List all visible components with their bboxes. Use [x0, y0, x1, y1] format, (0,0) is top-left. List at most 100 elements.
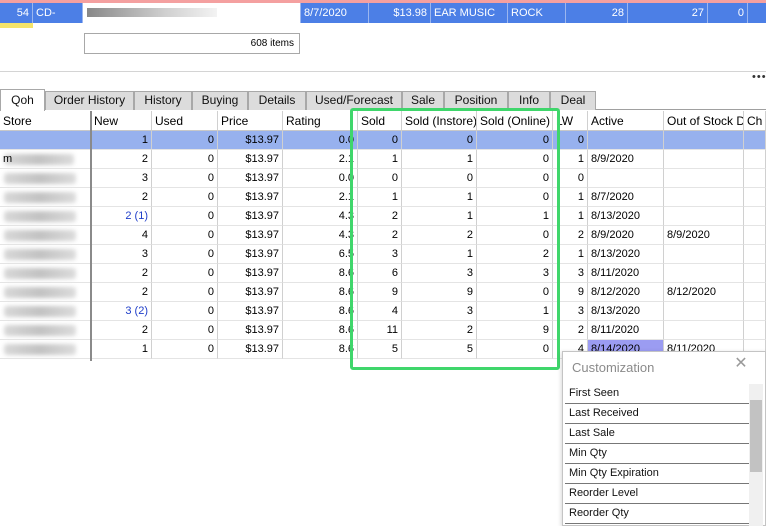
cell-active: 8/13/2020 [588, 302, 664, 321]
cell-ch [744, 188, 766, 207]
cell-new: 1 [91, 131, 152, 150]
cell-lw: 1 [553, 188, 588, 207]
col-active-header[interactable]: Active [588, 111, 664, 131]
cell-online: 0 [477, 131, 553, 150]
col-lw-header[interactable]: LW [553, 111, 588, 131]
col-new-header[interactable]: New [91, 111, 152, 131]
col-used-header[interactable]: Used [152, 111, 218, 131]
cell-store [0, 245, 91, 264]
cell-store [0, 302, 91, 321]
tab-position[interactable]: Position [444, 91, 508, 110]
cell-active [588, 169, 664, 188]
cell-sold: 5 [358, 340, 402, 359]
cell-store [0, 321, 91, 340]
col-store-header[interactable]: Store [0, 111, 91, 131]
cell-store [0, 188, 91, 207]
customization-item[interactable]: Min Qty Expiration [565, 464, 749, 484]
cell-active: 8/9/2020 [588, 150, 664, 169]
cell-rating: 6.5 [283, 245, 358, 264]
cell-used: 0 [152, 226, 218, 245]
cell-online: 9 [477, 321, 553, 340]
cell-oos [664, 131, 744, 150]
customization-item[interactable]: Reorder Level [565, 484, 749, 504]
cell-used: 0 [152, 340, 218, 359]
cell-new: 2 [91, 264, 152, 283]
col-sold-header[interactable]: Sold [358, 111, 402, 131]
frozen-column-divider [90, 111, 92, 361]
cell-price: $13.97 [218, 169, 283, 188]
cell-rating: 8.6 [283, 264, 358, 283]
tab-buying[interactable]: Buying [192, 91, 248, 110]
customization-item[interactable]: Reorder Qty [565, 504, 749, 524]
cell-active: 8/11/2020 [588, 321, 664, 340]
cell-price: $13.97 [218, 207, 283, 226]
cell-online: 3 [477, 264, 553, 283]
customization-item[interactable]: Last Received [565, 404, 749, 424]
cell-price: $13.97 [218, 302, 283, 321]
cell-store [0, 283, 91, 302]
items-count: 608 items [84, 33, 300, 54]
col-out-of-stock-header[interactable]: Out of Stock D [664, 111, 744, 131]
cell-used: 0 [152, 207, 218, 226]
customization-title: Customization [572, 360, 655, 375]
cell-price: $13.97 [218, 321, 283, 340]
cell-instore: 1 [402, 207, 477, 226]
cell-price: $13.97 [218, 188, 283, 207]
cell-lw: 0 [553, 169, 588, 188]
close-icon[interactable]: ✕ [734, 356, 748, 372]
col-sold-online-header[interactable]: Sold (Online) [477, 111, 553, 131]
cell-used: 0 [152, 321, 218, 340]
splitter[interactable] [0, 71, 766, 72]
qty-c: 0 [708, 3, 748, 23]
cell-sold: 11 [358, 321, 402, 340]
selected-product-row[interactable]: 54 CD- 8/7/2020 $13.98 EAR MUSIC ROCK 28… [0, 3, 766, 23]
cell-sold: 0 [358, 169, 402, 188]
customization-item[interactable]: Last Sale [565, 424, 749, 444]
cell-sold: 6 [358, 264, 402, 283]
cell-instore: 0 [402, 169, 477, 188]
more-options-icon[interactable]: ••• [752, 72, 766, 83]
cell-online: 2 [477, 245, 553, 264]
cell-online: 1 [477, 302, 553, 321]
cell-price: $13.97 [218, 340, 283, 359]
tab-qoh[interactable]: Qoh [0, 89, 45, 111]
cell-instore: 5 [402, 340, 477, 359]
tab-order-history[interactable]: Order History [45, 91, 134, 110]
cell-sold: 0 [358, 131, 402, 150]
cell-oos [664, 169, 744, 188]
col-rating-header[interactable]: Rating [283, 111, 358, 131]
cell-lw: 1 [553, 150, 588, 169]
cell-instore: 0 [402, 131, 477, 150]
tab-used-forecast[interactable]: Used/Forecast [306, 91, 402, 110]
cell-instore: 9 [402, 283, 477, 302]
tab-deal[interactable]: Deal [550, 91, 596, 110]
row-marker [0, 23, 33, 28]
customization-item[interactable]: First Seen [565, 384, 749, 404]
scrollbar-thumb[interactable] [750, 400, 762, 472]
cell-rating: 8.6 [283, 321, 358, 340]
cell-instore: 2 [402, 321, 477, 340]
customization-list: First Seen Last Received Last Sale Min Qty M… [565, 384, 749, 526]
cell-store [0, 169, 91, 188]
tab-details[interactable]: Details [248, 91, 306, 110]
customization-item[interactable]: Min Qty [565, 444, 749, 464]
cell-used: 0 [152, 264, 218, 283]
cell-online: 0 [477, 150, 553, 169]
cell-used: 0 [152, 169, 218, 188]
cell-price: $13.97 [218, 245, 283, 264]
cell-new: 3 (2) [91, 302, 152, 321]
tab-sale[interactable]: Sale [402, 91, 444, 110]
cell-ch [744, 207, 766, 226]
product-price: $13.98 [369, 3, 431, 23]
product-code: CD- [33, 3, 83, 23]
cell-oos [664, 207, 744, 226]
cell-active [588, 131, 664, 150]
col-ch-header[interactable]: Ch [744, 111, 766, 131]
customization-scrollbar[interactable] [749, 384, 763, 526]
tab-history[interactable]: History [134, 91, 192, 110]
cell-rating: 0.0 [283, 131, 358, 150]
tab-info[interactable]: Info [508, 91, 550, 110]
col-sold-instore-header[interactable]: Sold (Instore) [402, 111, 477, 131]
product-title-cell [83, 3, 301, 23]
col-price-header[interactable]: Price [218, 111, 283, 131]
